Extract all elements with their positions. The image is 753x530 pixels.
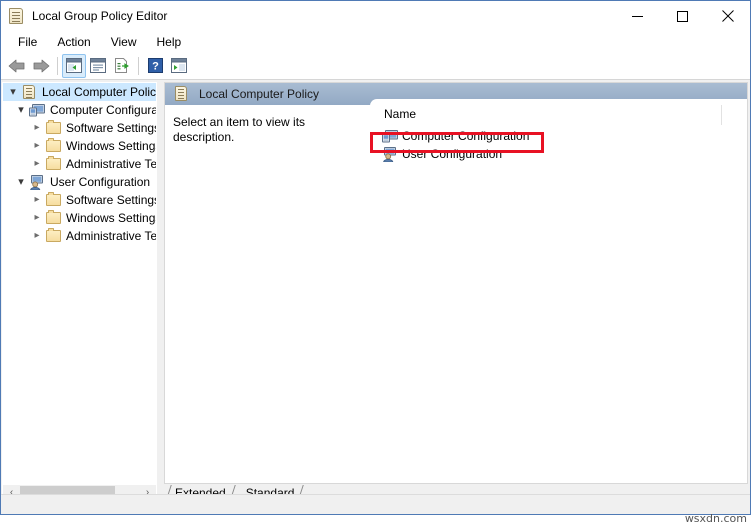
policy-scroll-icon — [174, 86, 190, 102]
tree-item-label: Windows Settings — [66, 211, 157, 225]
tree-item-label: Software Settings — [66, 193, 157, 207]
tree-item-administrative-templates-user[interactable]: ▸ Administrative Templates — [3, 227, 156, 245]
help-icon: ? — [147, 58, 163, 73]
list-item-computer-configuration[interactable]: Computer Configuration — [370, 127, 747, 145]
show-hide-tree-button[interactable] — [62, 53, 86, 78]
computer-glyph — [29, 104, 45, 117]
tree-item-label: Local Computer Policy — [42, 85, 157, 99]
menu-bar: File Action View Help — [1, 31, 750, 52]
chevron-right-icon[interactable]: ▸ — [29, 137, 45, 155]
export-list-icon — [115, 58, 129, 73]
close-button[interactable] — [705, 1, 750, 31]
toolbar-separator-1 — [57, 56, 58, 75]
folder-icon — [45, 192, 63, 208]
list-item-label: User Configuration — [402, 147, 503, 161]
policy-scroll-icon — [21, 84, 39, 100]
computer-icon — [29, 102, 47, 118]
menu-item-view[interactable]: View — [101, 33, 147, 51]
minimize-icon — [632, 15, 643, 17]
folder-icon — [45, 138, 63, 154]
tree-item-user-configuration[interactable]: ▾ User Configuration — [3, 173, 156, 191]
chevron-right-icon[interactable]: ▸ — [29, 119, 45, 137]
tree-item-label: Computer Configuration — [50, 103, 157, 117]
folder-icon — [45, 228, 63, 244]
user-glyph — [383, 147, 396, 162]
watermark-text: wsxdn.com — [684, 512, 747, 525]
maximize-button[interactable] — [660, 1, 705, 31]
back-icon — [8, 59, 25, 72]
menu-item-file[interactable]: File — [8, 33, 47, 51]
menu-item-action[interactable]: Action — [47, 33, 100, 51]
show-action-pane-icon — [171, 58, 187, 73]
column-divider[interactable] — [721, 105, 722, 125]
toolbar: ? — [1, 52, 750, 80]
user-glyph — [30, 175, 43, 190]
chevron-right-icon[interactable]: ▸ — [29, 191, 45, 209]
list-item-label: Computer Configuration — [402, 129, 530, 143]
tree-item-label: Administrative Templates — [66, 229, 157, 243]
list-item-user-configuration[interactable]: User Configuration — [370, 145, 747, 163]
items-list: Computer Configuration User Configuratio… — [370, 127, 747, 163]
details-pane: Local Computer Policy Select an item to … — [164, 82, 748, 484]
tree-item-label: Administrative Templates — [66, 157, 157, 171]
user-icon — [29, 174, 47, 190]
details-pane-title: Local Computer Policy — [199, 87, 320, 101]
show-hide-tree-icon — [66, 58, 82, 73]
tree-item-software-settings-user[interactable]: ▸ Software Settings — [3, 191, 156, 209]
tree-item-windows-settings-computer[interactable]: ▸ Windows Settings — [3, 137, 156, 155]
window-title: Local Group Policy Editor — [32, 9, 168, 23]
chevron-down-icon[interactable]: ▾ — [13, 173, 29, 191]
computer-glyph — [382, 130, 398, 143]
folder-icon — [45, 120, 63, 136]
toolbar-separator-2 — [138, 56, 139, 75]
description-column: Select an item to view its description. — [165, 105, 370, 483]
properties-button[interactable] — [86, 54, 110, 78]
forward-icon — [33, 59, 50, 72]
svg-text:?: ? — [152, 61, 159, 73]
back-button[interactable] — [5, 54, 29, 78]
title-bar[interactable]: Local Group Policy Editor — [1, 1, 750, 31]
content-area: ▾ Local Computer Policy ▾ Computer Confi… — [1, 80, 750, 502]
list-column-header[interactable]: Name — [370, 105, 747, 125]
main-window: Local Group Policy Editor File Action Vi… — [0, 0, 751, 515]
chevron-down-icon[interactable]: ▾ — [13, 101, 29, 119]
forward-button[interactable] — [29, 54, 53, 78]
items-list-panel: Name Computer Configuration User Configu… — [370, 99, 747, 483]
user-icon — [382, 146, 402, 162]
tree-item-administrative-templates-computer[interactable]: ▸ Administrative Templates — [3, 155, 156, 173]
folder-icon — [45, 210, 63, 226]
tree-item-software-settings-computer[interactable]: ▸ Software Settings — [3, 119, 156, 137]
tree-item-windows-settings-user[interactable]: ▸ Windows Settings — [3, 209, 156, 227]
tree-item-computer-configuration[interactable]: ▾ Computer Configuration — [3, 101, 156, 119]
folder-icon — [45, 156, 63, 172]
tree-item-label: Windows Settings — [66, 139, 157, 153]
tree-item-label: Software Settings — [66, 121, 157, 135]
export-list-button[interactable] — [110, 54, 134, 78]
console-tree[interactable]: ▾ Local Computer Policy ▾ Computer Confi… — [2, 82, 157, 484]
column-header-name[interactable]: Name — [384, 107, 416, 121]
close-icon — [721, 10, 734, 22]
window-controls — [615, 1, 750, 31]
menu-item-help[interactable]: Help — [147, 33, 192, 51]
computer-icon — [382, 128, 402, 144]
chevron-right-icon[interactable]: ▸ — [29, 155, 45, 173]
tree-item-label: User Configuration — [50, 175, 151, 189]
show-action-pane-button[interactable] — [167, 54, 191, 78]
description-text: Select an item to view its description. — [173, 115, 306, 144]
chevron-right-icon[interactable]: ▸ — [29, 227, 45, 245]
properties-icon — [90, 58, 106, 73]
chevron-right-icon[interactable]: ▸ — [29, 209, 45, 227]
maximize-icon — [677, 10, 688, 22]
tree-item-local-computer-policy[interactable]: ▾ Local Computer Policy — [3, 83, 156, 101]
page-background — [0, 515, 753, 530]
chevron-down-icon[interactable]: ▾ — [5, 83, 21, 101]
status-bar — [1, 494, 750, 514]
policy-scroll-icon — [9, 7, 25, 25]
help-button[interactable]: ? — [143, 54, 167, 78]
minimize-button[interactable] — [615, 1, 660, 31]
